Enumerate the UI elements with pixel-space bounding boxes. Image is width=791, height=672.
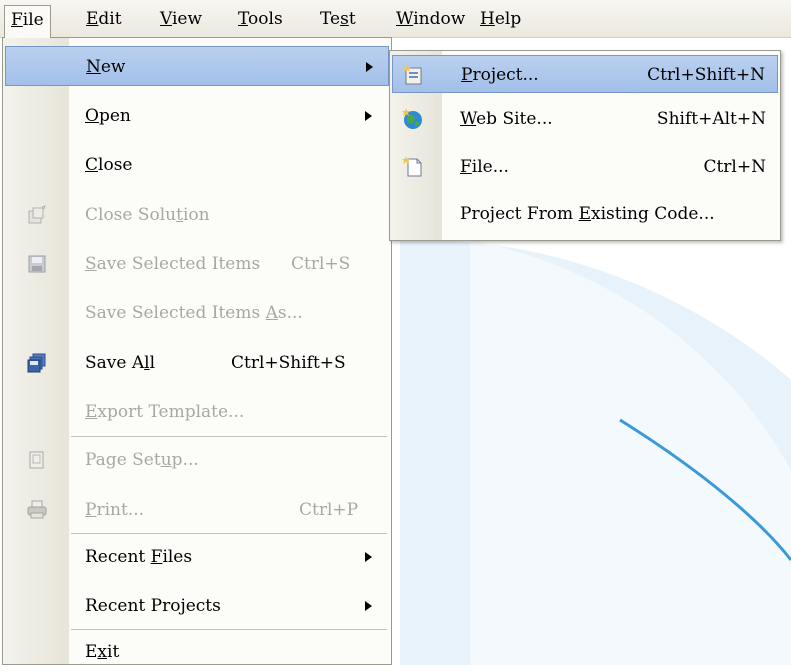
new-file-icon <box>402 156 422 177</box>
menu-view[interactable]: View <box>154 4 208 34</box>
menu-item-recent-projects[interactable]: Recent Projects <box>5 586 389 626</box>
save-all-icon <box>27 353 46 373</box>
save-disk-icon <box>28 255 46 273</box>
shortcut-text: Shift+Alt+N <box>656 109 766 129</box>
shortcut-text: Ctrl+S <box>291 254 351 274</box>
menu-item-new-project[interactable]: Project... Ctrl+Shift+N <box>392 55 778 93</box>
menu-file[interactable]: File <box>4 5 51 38</box>
menu-tools[interactable]: Tools <box>232 4 289 34</box>
shortcut-text: Ctrl+Shift+S <box>231 353 346 373</box>
menu-separator <box>71 533 387 534</box>
menu-item-save-all[interactable]: Save All Ctrl+Shift+S <box>5 343 389 383</box>
menu-separator <box>71 629 387 630</box>
new-submenu: Project... Ctrl+Shift+N Web Site... Shif… <box>389 50 781 241</box>
printer-icon <box>27 500 47 519</box>
menu-test[interactable]: Test <box>314 4 362 34</box>
menu-separator <box>71 436 387 437</box>
close-solution-icon <box>28 205 46 224</box>
menu-item-export-template[interactable]: Export Template... <box>5 392 389 432</box>
shortcut-text: Ctrl+P <box>299 500 359 520</box>
menu-item-project-from-existing-code[interactable]: Project From Existing Code... <box>392 195 778 233</box>
shortcut-text: Ctrl+Shift+N <box>647 65 765 85</box>
menu-item-exit[interactable]: Exit <box>5 632 389 672</box>
globe-icon <box>402 108 422 129</box>
menu-item-close[interactable]: Close <box>5 145 389 185</box>
page-setup-icon <box>29 451 44 469</box>
menu-help[interactable]: Help <box>474 4 527 34</box>
new-project-icon <box>403 64 422 85</box>
menu-item-new-web-site[interactable]: Web Site... Shift+Alt+N <box>392 100 778 138</box>
menu-window[interactable]: Window <box>390 4 471 34</box>
menu-bar: File Edit View Tools Test Window Help <box>0 0 791 38</box>
menu-item-close-solution[interactable]: Close Solution <box>5 195 389 235</box>
file-menu-dropdown: New Open Close Close Solution Save Selec… <box>2 37 392 665</box>
menu-item-recent-files[interactable]: Recent Files <box>5 537 389 577</box>
submenu-arrow-icon <box>365 552 372 562</box>
submenu-arrow-icon <box>365 111 372 121</box>
menu-item-save-selected-as[interactable]: Save Selected Items As... <box>5 293 389 333</box>
shortcut-text: Ctrl+N <box>703 157 766 177</box>
menu-item-new-file[interactable]: File... Ctrl+N <box>392 148 778 186</box>
submenu-arrow-icon <box>366 62 373 72</box>
menu-item-page-setup[interactable]: Page Setup... <box>5 440 389 480</box>
menu-item-print[interactable]: Print... Ctrl+P <box>5 490 389 530</box>
submenu-arrow-icon <box>365 601 372 611</box>
menu-item-save-selected[interactable]: Save Selected Items Ctrl+S <box>5 244 389 284</box>
menu-item-new[interactable]: New <box>5 46 389 86</box>
menu-edit[interactable]: Edit <box>80 4 128 34</box>
menu-item-open[interactable]: Open <box>5 96 389 136</box>
